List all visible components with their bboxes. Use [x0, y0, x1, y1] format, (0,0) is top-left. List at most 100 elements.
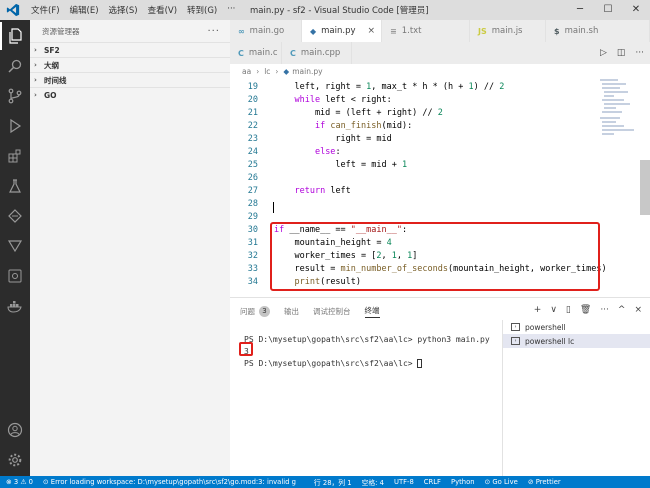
status-problems[interactable]: ⊗ 3 ⚠ 0	[6, 478, 33, 486]
python-file-icon: ◆	[310, 26, 317, 36]
account-icon[interactable]	[0, 416, 30, 444]
code-line[interactable]: 21 mid = (left + right) // 2	[230, 107, 625, 120]
code-text: return left	[294, 186, 351, 196]
tab-terminal[interactable]: 终端	[364, 304, 380, 318]
new-terminal-icon[interactable]: +	[534, 305, 542, 315]
terminal-cursor	[417, 359, 423, 368]
editor-more-icon[interactable]: ···	[635, 48, 644, 58]
status-go-live[interactable]: ⊙ Go Live	[485, 478, 518, 486]
explorer-more-icon[interactable]: ···	[207, 26, 220, 37]
line-number: 32	[247, 251, 258, 261]
section-sf2[interactable]: › SF2	[30, 42, 230, 57]
editor-tabs-row-2: Cmain.c Cmain.cpp	[230, 42, 650, 64]
panel-more-icon[interactable]: ···	[600, 305, 609, 315]
activity-bar	[0, 20, 30, 476]
split-editor-icon[interactable]: ◫	[617, 48, 626, 58]
minimize-icon[interactable]: ─	[566, 0, 594, 20]
tab-problems[interactable]: 问题 3	[240, 304, 270, 318]
close-window-icon[interactable]: ✕	[622, 0, 650, 20]
extensions-icon[interactable]	[0, 142, 30, 170]
code-line[interactable]: 23 right = mid	[230, 133, 625, 146]
terminal-item-powershell[interactable]: › powershell	[503, 320, 650, 334]
terminal-item-powershell-lc[interactable]: › powershell lc	[503, 334, 650, 348]
status-cursor-position[interactable]: 行 28，列 1	[314, 477, 352, 487]
code-text: right = mid	[274, 134, 392, 144]
tab-output[interactable]: 输出	[284, 304, 299, 318]
text-cursor	[273, 202, 274, 213]
source-control-icon[interactable]	[0, 82, 30, 110]
line-number: 19	[247, 82, 258, 92]
settings-gear-icon[interactable]	[0, 446, 30, 474]
breadcrumb-main-py[interactable]: main.py	[292, 67, 322, 76]
breadcrumb: aa › lc › ◆ main.py	[230, 64, 650, 78]
status-language[interactable]: Python	[451, 478, 475, 486]
title-bar: 文件(F) 编辑(E) 选择(S) 查看(V) 转到(G) ··· main.p…	[0, 0, 650, 20]
tab-1-txt[interactable]: ≡ 1.txt	[382, 20, 470, 42]
menu-edit[interactable]: 编辑(E)	[65, 4, 104, 16]
breadcrumb-lc[interactable]: lc	[264, 67, 270, 76]
status-indentation[interactable]: 空格: 4	[362, 477, 384, 487]
tab-main-sh[interactable]: $ main.sh	[546, 20, 650, 42]
line-number: 28	[247, 199, 258, 209]
terminal-line-command: PS D:\mysetup\gopath\src\sf2\aa\lc> pyth…	[244, 335, 490, 344]
js-file-icon: JS	[478, 26, 487, 36]
go-extension-icon[interactable]	[0, 202, 30, 230]
split-terminal-icon[interactable]: ▯	[566, 305, 571, 315]
code-line[interactable]: 25 left = mid + 1	[230, 159, 625, 172]
code-line[interactable]: 22 if can_finish(mid):	[230, 120, 625, 133]
editor-scrollbar[interactable]	[640, 160, 650, 215]
line-number: 27	[247, 186, 258, 196]
section-outline[interactable]: › 大纲	[30, 57, 230, 72]
line-number: 24	[247, 147, 258, 157]
chevron-right-icon: ›	[34, 91, 37, 99]
testing-flask-icon[interactable]	[0, 172, 30, 200]
explorer-icon[interactable]	[0, 22, 30, 50]
terminal[interactable]: PS D:\mysetup\gopath\src\sf2\aa\lc> pyth…	[230, 322, 502, 472]
go-file-icon: ∞	[238, 26, 245, 36]
section-timeline[interactable]: › 时间线	[30, 72, 230, 87]
tab-main-go[interactable]: ∞ main.go	[230, 20, 302, 42]
code-line[interactable]: 19 left, right = 1, max_t * h * (h + 1) …	[230, 81, 625, 94]
docker-icon[interactable]	[0, 292, 30, 320]
run-file-icon[interactable]: ▷	[600, 48, 607, 58]
terminal-dropdown-icon[interactable]: ∨	[550, 305, 557, 315]
menu-selection[interactable]: 选择(S)	[104, 4, 143, 16]
tab-debug-console[interactable]: 调试控制台	[313, 304, 351, 318]
code-line[interactable]: 26	[230, 172, 625, 185]
run-debug-icon[interactable]	[0, 112, 30, 140]
python-file-icon: ◆	[283, 66, 290, 76]
tab-main-py[interactable]: ◆ main.py ×	[302, 20, 382, 42]
status-prettier[interactable]: ⊘ Prettier	[528, 478, 561, 486]
maximize-panel-icon[interactable]: ^	[618, 305, 626, 315]
tab-main-cpp[interactable]: Cmain.cpp	[282, 42, 352, 64]
panel-tabs: 问题 3 输出 调试控制台 终端	[240, 304, 380, 318]
triangle-extension-icon[interactable]	[0, 232, 30, 260]
status-encoding[interactable]: UTF-8	[394, 478, 414, 486]
code-line[interactable]: 27 return left	[230, 185, 625, 198]
code-text: left = mid + 1	[274, 160, 408, 170]
kill-terminal-icon[interactable]: 🗑	[580, 305, 591, 315]
code-line[interactable]: 28	[230, 198, 625, 211]
minimap[interactable]	[598, 78, 638, 138]
section-go[interactable]: › GO	[30, 87, 230, 102]
status-eol[interactable]: CRLF	[424, 478, 441, 486]
code-line[interactable]: 24 else:	[230, 146, 625, 159]
tab-main-js[interactable]: JS main.js	[470, 20, 546, 42]
menu-file[interactable]: 文件(F)	[26, 4, 65, 16]
menu-go[interactable]: 转到(G)	[182, 4, 222, 16]
status-error-message[interactable]: ⊙ Error loading workspace: D:\mysetup\go…	[43, 478, 296, 486]
cpp-file-icon: C	[290, 48, 296, 58]
close-panel-icon[interactable]: ×	[634, 305, 642, 315]
menu-more[interactable]: ···	[222, 4, 240, 16]
vscode-logo-icon	[6, 3, 20, 17]
close-tab-icon[interactable]: ×	[368, 26, 376, 36]
menu-view[interactable]: 查看(V)	[143, 4, 182, 16]
search-icon[interactable]	[0, 52, 30, 80]
tab-main-c[interactable]: Cmain.c	[230, 42, 282, 64]
code-line[interactable]: 20 while left < right:	[230, 94, 625, 107]
line-number: 20	[247, 95, 258, 105]
breadcrumb-aa[interactable]: aa	[242, 67, 251, 76]
terminal-icon: ›	[511, 323, 520, 331]
maximize-icon[interactable]: ☐	[594, 0, 622, 20]
remote-explorer-icon[interactable]	[0, 262, 30, 290]
